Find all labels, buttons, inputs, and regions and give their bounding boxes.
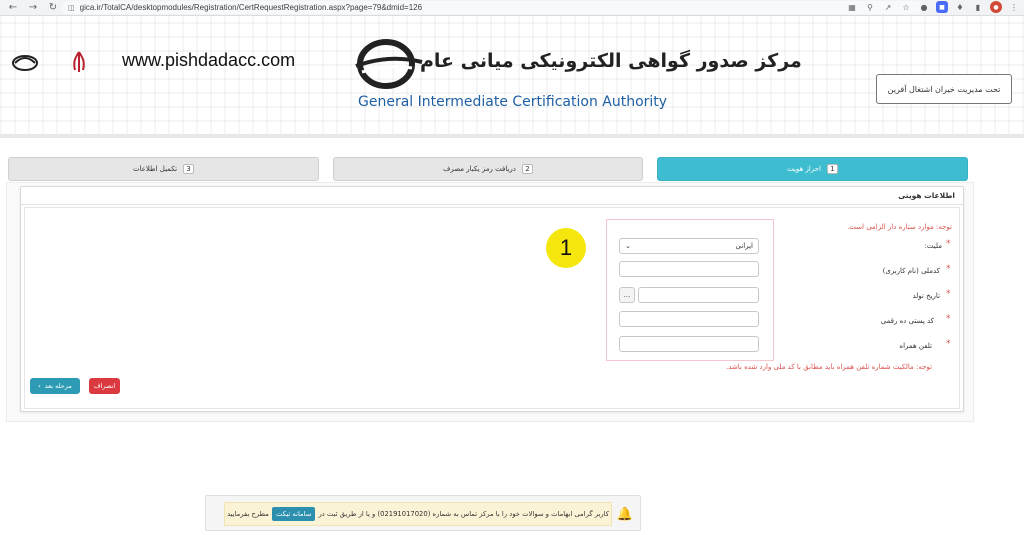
arrow-left-icon[interactable]: ←: [6, 1, 20, 15]
extension-shield-icon[interactable]: ■: [936, 1, 948, 13]
step-1-number: 1: [826, 164, 838, 174]
notice-text-before: کاربر گرامی ابهامات و سوالات خود را با م…: [318, 510, 609, 518]
browser-toolbar: ← → ↻ ◫ gica.ir/TotalCA/desktopmodules/R…: [0, 0, 1024, 16]
date-picker-button[interactable]: ...: [619, 287, 635, 303]
zoom-icon[interactable]: ⚲: [864, 1, 876, 13]
required-asterisk: *: [946, 264, 951, 274]
step-1-label: احراز هویت: [787, 165, 821, 173]
iran-emblem-icon: [62, 50, 96, 90]
national-code-input[interactable]: [619, 261, 759, 277]
nationality-value: ایرانی: [735, 242, 753, 250]
extension-icons: ▦ ⚲ ↗ ☆ ● ■ ♦ ▮ ● ⋮: [846, 1, 1020, 13]
step-1[interactable]: 1 احراز هویت: [657, 157, 968, 181]
site-info-icon[interactable]: ◫: [68, 4, 75, 12]
required-note: توجه: موارد ستاره دار الزامی است.: [847, 223, 952, 231]
step-3-label: تکمیل اطلاعات: [132, 165, 178, 173]
extension-badge-icon[interactable]: ●: [918, 1, 930, 13]
government-logos: [8, 50, 96, 90]
required-asterisk: *: [946, 289, 951, 299]
birth-date-input[interactable]: [638, 287, 759, 303]
profile-avatar-icon[interactable]: ●: [990, 1, 1002, 13]
national-code-label: کدملی (نام کاربری): [882, 267, 940, 275]
header-divider: [0, 134, 1024, 138]
next-step-label: مرحله بعد: [44, 382, 72, 390]
notice-text-after: مطرح بفرمایید: [227, 510, 269, 518]
mobile-note: توجه: مالکیت شماره تلفن همراه باید مطابق…: [726, 363, 932, 371]
arrow-right-icon[interactable]: →: [26, 1, 40, 15]
identity-form-body: [24, 207, 960, 409]
postal-code-input[interactable]: [619, 311, 759, 327]
ca-logo-icon: [355, 39, 423, 89]
required-asterisk: *: [946, 314, 951, 324]
menu-dots-icon[interactable]: ⋮: [1008, 1, 1020, 13]
title-persian: مرکز صدور گواهی الکترونیکی میانی عام: [420, 50, 802, 72]
identity-panel: اطلاعات هویتی: [20, 186, 964, 412]
website-url-text: www.pishdadacc.com: [122, 50, 296, 70]
mobile-label: تلفن همراه: [899, 342, 932, 350]
cancel-button[interactable]: انصراف: [89, 378, 120, 394]
share-icon[interactable]: ↗: [882, 1, 894, 13]
required-asterisk: *: [946, 239, 951, 249]
step-3-number: 3: [183, 164, 195, 174]
step-marker: 1: [546, 228, 586, 268]
step-2-label: دریافت رمز یکبار مصرف: [443, 165, 516, 173]
support-notice-bar: کاربر گرامی ابهامات و سوالات خود را با م…: [205, 495, 641, 531]
chevron-right-icon: ›: [38, 382, 41, 390]
puzzle-icon[interactable]: ♦: [954, 1, 966, 13]
next-step-button[interactable]: مرحله بعد ›: [30, 378, 80, 394]
required-asterisk: *: [946, 339, 951, 349]
mobile-input[interactable]: [619, 336, 759, 352]
step-2-number: 2: [521, 164, 533, 174]
chevron-down-icon: ⌄: [625, 242, 631, 250]
url-text: gica.ir/TotalCA/desktopmodules/Registrat…: [79, 3, 423, 12]
postal-code-label: کد پستی ده رقمی: [880, 317, 934, 325]
side-panel-icon[interactable]: ▮: [972, 1, 984, 13]
step-3[interactable]: 3 تکمیل اطلاعات: [8, 157, 319, 181]
cancel-label: انصراف: [93, 382, 116, 390]
title-english: General Intermediate Certification Autho…: [358, 94, 668, 110]
bookmark-star-icon[interactable]: ☆: [900, 1, 912, 13]
reload-icon[interactable]: ↻: [46, 1, 60, 15]
header-banner: [0, 16, 1024, 136]
ticket-system-button[interactable]: سامانه تیکت: [271, 507, 316, 521]
address-bar[interactable]: ◫ gica.ir/TotalCA/desktopmodules/Registr…: [62, 1, 922, 14]
bell-icon[interactable]: 🔔: [616, 505, 634, 523]
ministry-emblem-icon: [8, 50, 42, 90]
translate-icon[interactable]: ▦: [846, 1, 858, 13]
sponsor-logo: تحت مدیریت خیران اشتغال آفرین: [876, 74, 1012, 104]
support-notice: کاربر گرامی ابهامات و سوالات خود را با م…: [224, 502, 612, 526]
nationality-select[interactable]: ⌄ ایرانی: [619, 238, 759, 254]
sponsor-logo-text: تحت مدیریت خیران اشتغال آفرین: [887, 84, 1001, 94]
section-title: اطلاعات هویتی: [21, 187, 963, 205]
wizard-steps: 3 تکمیل اطلاعات 2 دریافت رمز یکبار مصرف …: [8, 157, 968, 181]
birth-date-label: تاریخ تولد: [912, 292, 940, 300]
step-2[interactable]: 2 دریافت رمز یکبار مصرف: [333, 157, 643, 181]
nationality-label: ملیت:: [924, 242, 942, 250]
